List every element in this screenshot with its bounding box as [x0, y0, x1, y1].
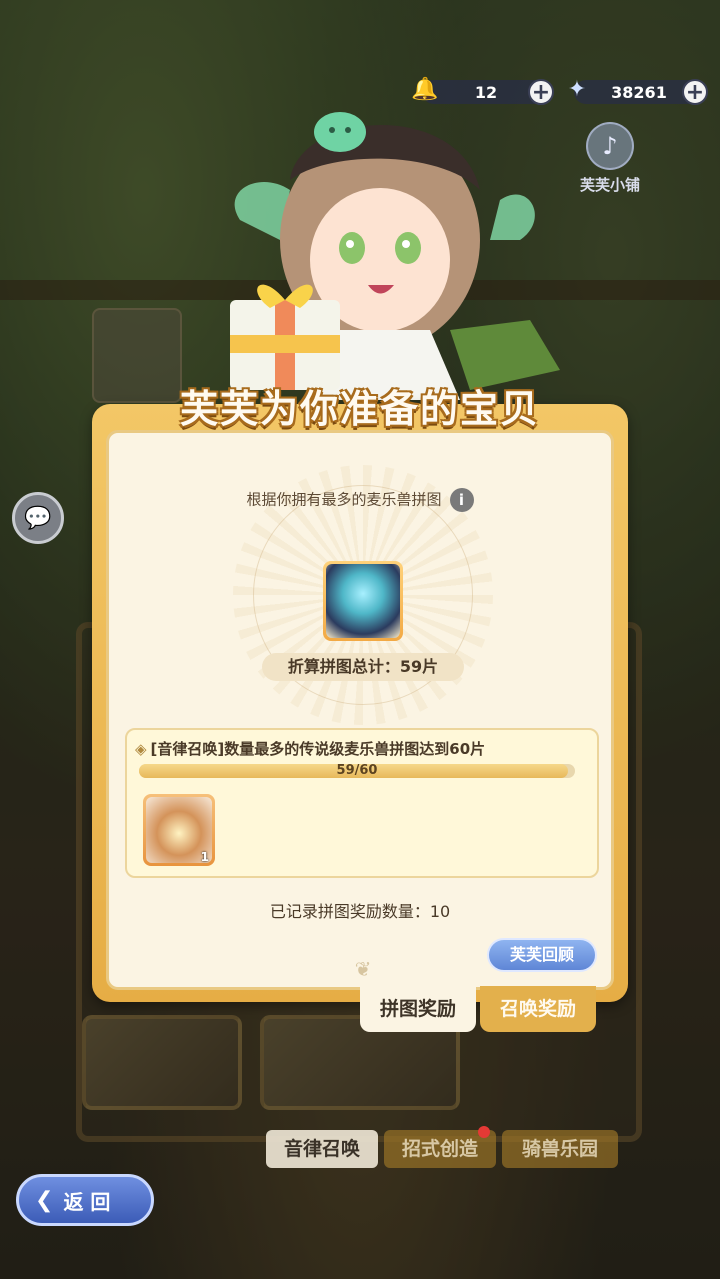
- shop-label: 芙芙小铺: [579, 176, 640, 194]
- recorded-reward-count: 已记录拼图奖励数量：10: [269, 902, 451, 921]
- puzzle-monster-card[interactable]: [323, 561, 403, 641]
- character-illustration: [230, 112, 560, 400]
- task-description: [音律召唤]数量最多的传说级麦乐兽拼图达到60片: [150, 740, 486, 758]
- tab-move-creation-label: 招式创造: [401, 1138, 478, 1160]
- review-button[interactable]: 芙芙回顾: [487, 938, 597, 972]
- notification-badge: [478, 1126, 490, 1138]
- shop-button[interactable]: ♪ 芙芙小铺: [570, 122, 650, 202]
- task-progress-text: 59/60: [336, 763, 378, 778]
- tab-move-creation[interactable]: 招式创造: [384, 1126, 496, 1168]
- task-progress-bar: 59/60: [139, 763, 575, 778]
- tab-summon-reward[interactable]: 召唤奖励: [480, 986, 596, 1032]
- chat-bubble-icon: 💬: [24, 505, 52, 531]
- star-currency: ✦ 38261 +: [568, 77, 708, 105]
- ornament-icon: ❦: [354, 957, 372, 981]
- back-button-label: 返 回: [63, 1189, 111, 1214]
- reward-panel: 根据你拥有最多的麦乐兽拼图 i 折算拼图总计：59片 ◈ [音律召唤]数量最多的传说…: [92, 404, 628, 1002]
- title-banner: 芙芙为你准备的宝贝: [110, 378, 610, 438]
- reward-count: 1: [200, 850, 209, 864]
- diamond-icon: ◈: [135, 740, 147, 758]
- tab-puzzle-reward[interactable]: 拼图奖励: [360, 986, 476, 1032]
- monster-puzzle-image: [326, 564, 400, 638]
- total-puzzle-count: 折算拼图总计：59片: [262, 653, 464, 681]
- star-icon: ✦: [567, 76, 587, 102]
- tab-mount-park[interactable]: 骑兽乐园: [502, 1130, 618, 1168]
- tab-melody-summon[interactable]: 音律召唤: [266, 1130, 378, 1168]
- chat-button[interactable]: 💬: [12, 492, 64, 544]
- shop-icon: ♪: [586, 122, 634, 170]
- star-currency-value: 38261: [611, 82, 667, 102]
- reward-item[interactable]: 1: [143, 794, 215, 866]
- subtitle-text: 根据你拥有最多的麦乐兽拼图: [246, 490, 442, 509]
- reward-panel-body: 根据你拥有最多的麦乐兽拼图 i 折算拼图总计：59片 ◈ [音律召唤]数量最多的传说…: [106, 430, 614, 990]
- add-star-button[interactable]: +: [682, 79, 708, 105]
- task-box: ◈ [音律召唤]数量最多的传说级麦乐兽拼图达到60片 59/60 1: [125, 728, 599, 878]
- chevron-left-icon: ❮: [35, 1187, 54, 1213]
- info-icon[interactable]: i: [449, 488, 474, 512]
- back-button[interactable]: ❮ 返 回: [16, 1174, 154, 1226]
- panel-title: 芙芙为你准备的宝贝: [179, 387, 540, 431]
- subtitle-row: 根据你拥有最多的麦乐兽拼图 i: [109, 488, 611, 512]
- task-header: ◈ [音律召唤]数量最多的传说级麦乐兽拼图达到60片: [135, 738, 485, 759]
